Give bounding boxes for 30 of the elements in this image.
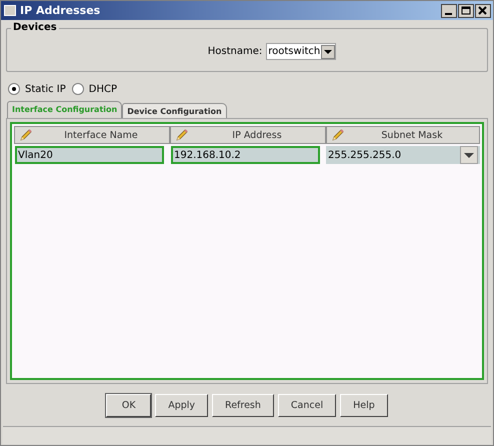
column-title: IP Address bbox=[231, 130, 283, 140]
window-icon bbox=[4, 5, 16, 16]
radio-button[interactable] bbox=[8, 83, 20, 95]
minimize-icon[interactable] bbox=[441, 4, 457, 18]
radio-button[interactable] bbox=[72, 83, 84, 95]
table-cell[interactable]: Vlan20 bbox=[15, 146, 164, 164]
cell-dropdown[interactable]: 255.255.255.0 bbox=[326, 146, 480, 164]
tab[interactable]: Device Configuration bbox=[122, 103, 227, 118]
column-title: Interface Name bbox=[63, 130, 139, 140]
dialog-button[interactable]: Cancel bbox=[278, 394, 336, 417]
pencil-icon bbox=[175, 128, 189, 142]
group-title: Devices bbox=[11, 22, 59, 33]
hostname-label: Hostname: bbox=[208, 46, 262, 57]
dialog-button[interactable]: OK bbox=[106, 394, 152, 417]
dialog-button[interactable]: Apply bbox=[155, 394, 208, 417]
column-title: Subnet Mask bbox=[380, 130, 444, 140]
maximize-icon[interactable] bbox=[458, 4, 474, 18]
window-title: IP Addresses bbox=[20, 4, 102, 17]
dialog-button[interactable]: Help bbox=[340, 394, 388, 417]
pencil-icon bbox=[19, 128, 33, 142]
column-header[interactable]: Subnet Mask bbox=[326, 126, 480, 144]
hostname-dropdown[interactable]: rootswitch bbox=[266, 43, 336, 60]
close-icon[interactable] bbox=[475, 4, 491, 18]
table-cell[interactable]: 192.168.10.2 bbox=[171, 146, 320, 164]
pencil-icon bbox=[331, 128, 345, 142]
radio-label: DHCP bbox=[88, 84, 117, 94]
dialog-button[interactable]: Refresh bbox=[212, 394, 274, 417]
column-header[interactable]: Interface Name bbox=[14, 126, 170, 144]
column-header[interactable]: IP Address bbox=[170, 126, 326, 144]
radio-label: Static IP bbox=[25, 84, 66, 94]
